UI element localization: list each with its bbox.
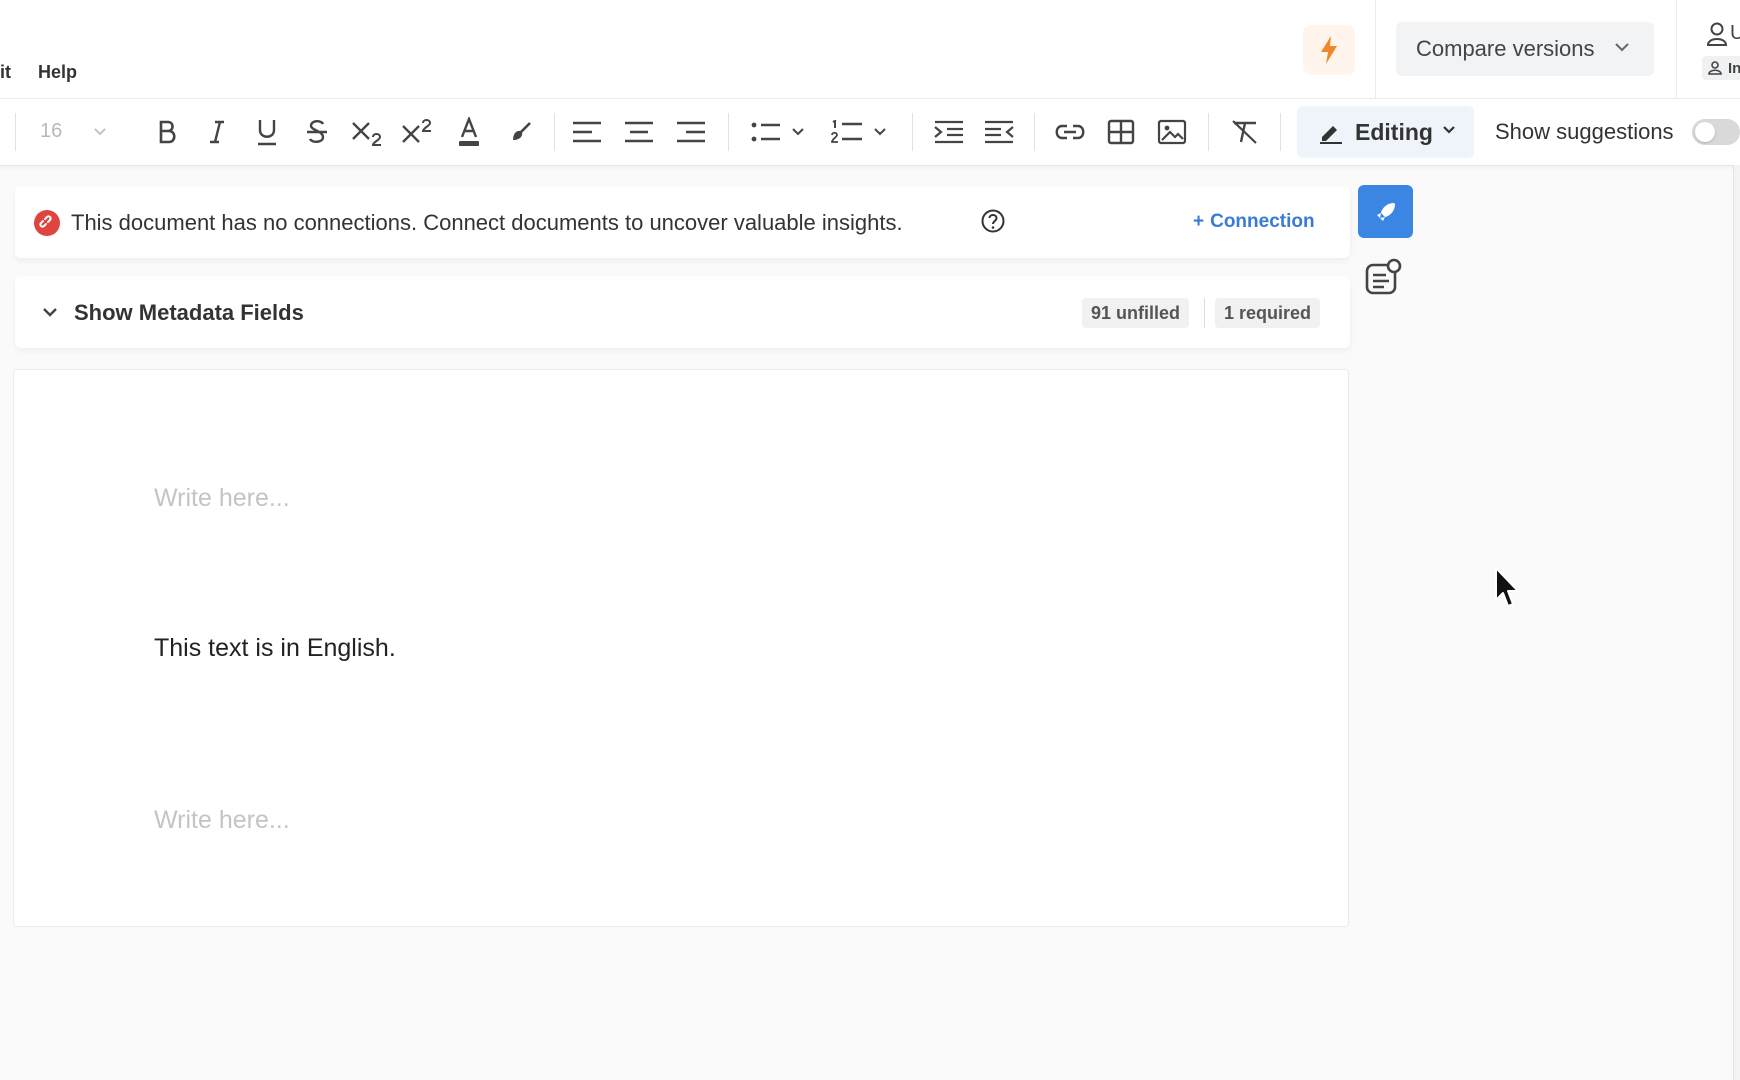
editor-placeholder[interactable]: Write here... bbox=[154, 806, 290, 835]
link-icon bbox=[1055, 124, 1085, 140]
divider bbox=[1034, 113, 1035, 151]
outdent-icon bbox=[985, 120, 1014, 144]
subscript-button[interactable] bbox=[350, 99, 384, 165]
superscript-icon bbox=[402, 119, 432, 143]
outdent-button[interactable] bbox=[982, 99, 1016, 165]
table-icon bbox=[1107, 119, 1135, 145]
chevron-down-icon bbox=[1615, 43, 1629, 52]
text-color-icon bbox=[459, 117, 479, 146]
text-color-button[interactable] bbox=[454, 99, 484, 165]
divider bbox=[728, 113, 729, 151]
menu-item-help[interactable]: Help bbox=[38, 62, 77, 83]
formatting-toolbar: 16 Editing Show suggestions bbox=[0, 99, 1740, 166]
indent-button[interactable] bbox=[932, 99, 966, 165]
bullet-list-dropdown[interactable] bbox=[748, 99, 808, 165]
align-right-icon bbox=[677, 121, 705, 143]
divider bbox=[1204, 298, 1205, 328]
strikethrough-icon bbox=[307, 120, 327, 143]
subscript-icon bbox=[352, 122, 382, 146]
show-suggestions-toggle[interactable] bbox=[1692, 119, 1740, 145]
divider bbox=[554, 113, 555, 151]
divider bbox=[912, 113, 913, 151]
connections-banner: This document has no connections. Connec… bbox=[15, 186, 1350, 258]
image-button[interactable] bbox=[1155, 99, 1189, 165]
underline-button[interactable] bbox=[252, 99, 282, 165]
broken-link-alert-icon bbox=[34, 210, 60, 236]
editor-placeholder[interactable]: Write here... bbox=[154, 484, 290, 513]
align-center-icon bbox=[625, 121, 653, 143]
divider bbox=[1280, 113, 1281, 151]
divider bbox=[15, 113, 16, 151]
bold-button[interactable] bbox=[152, 99, 182, 165]
user-chip[interactable]: In bbox=[1702, 56, 1740, 80]
link-button[interactable] bbox=[1052, 99, 1088, 165]
help-icon[interactable] bbox=[981, 209, 1005, 233]
document-editor[interactable]: Write here... This text is in English. W… bbox=[13, 369, 1349, 927]
side-panel-edge bbox=[1733, 165, 1740, 1080]
chevron-down-icon bbox=[94, 128, 106, 136]
highlight-button[interactable] bbox=[506, 99, 536, 165]
align-center-button[interactable] bbox=[622, 99, 656, 165]
top-menu-bar: it Help Compare versions U In bbox=[0, 0, 1740, 99]
underline-icon bbox=[258, 120, 276, 146]
menu-item-edit[interactable]: it bbox=[0, 62, 11, 83]
add-connection-label: Connection bbox=[1210, 211, 1315, 232]
chevron-down-icon bbox=[874, 128, 886, 136]
document-note-icon[interactable] bbox=[1364, 258, 1404, 296]
chevron-down-icon bbox=[792, 128, 804, 136]
unfilled-badge: 91 unfilled bbox=[1082, 298, 1190, 328]
align-left-icon bbox=[573, 121, 601, 143]
divider bbox=[1676, 0, 1677, 98]
italic-button[interactable] bbox=[202, 99, 232, 165]
pencil-icon bbox=[1320, 126, 1342, 144]
numbered-list-dropdown[interactable] bbox=[828, 99, 890, 165]
add-connection-button[interactable]: + Connection bbox=[1193, 211, 1315, 233]
compare-versions-dropdown[interactable]: Compare versions bbox=[1396, 22, 1654, 76]
connections-message: This document has no connections. Connec… bbox=[71, 210, 903, 235]
clear-format-icon bbox=[1232, 120, 1257, 144]
indent-icon bbox=[934, 120, 963, 144]
required-badge: 1 required bbox=[1215, 298, 1321, 328]
user-icon[interactable] bbox=[1706, 22, 1728, 46]
show-metadata-fields-toggle[interactable]: Show Metadata Fields bbox=[74, 300, 304, 326]
align-left-button[interactable] bbox=[570, 99, 604, 165]
highlight-icon bbox=[513, 122, 531, 140]
rocket-icon bbox=[1376, 202, 1395, 221]
editing-mode-dropdown[interactable]: Editing bbox=[1297, 106, 1474, 158]
font-size-dropdown[interactable] bbox=[90, 99, 110, 165]
strikethrough-button[interactable] bbox=[302, 99, 332, 165]
mouse-pointer-icon bbox=[1495, 567, 1519, 607]
person-icon bbox=[1708, 61, 1722, 75]
table-button[interactable] bbox=[1104, 99, 1138, 165]
clear-format-button[interactable] bbox=[1228, 99, 1262, 165]
image-icon bbox=[1157, 119, 1187, 145]
chevron-down-icon bbox=[1443, 126, 1455, 134]
metadata-panel[interactable]: Show Metadata Fields 91 unfilled 1 requi… bbox=[15, 276, 1350, 348]
divider bbox=[1208, 113, 1209, 151]
launch-button[interactable] bbox=[1358, 185, 1413, 238]
bullet-list-icon bbox=[751, 122, 780, 142]
compare-versions-label: Compare versions bbox=[1416, 36, 1595, 61]
divider bbox=[1375, 0, 1376, 98]
numbered-list-icon bbox=[831, 120, 862, 143]
quick-actions-button[interactable] bbox=[1303, 25, 1355, 75]
user-chip-label: In bbox=[1728, 59, 1740, 77]
plus-icon: + bbox=[1193, 211, 1205, 232]
align-right-button[interactable] bbox=[674, 99, 708, 165]
lightning-icon bbox=[1321, 36, 1337, 64]
editing-mode-label: Editing bbox=[1355, 118, 1433, 145]
font-size-value[interactable]: 16 bbox=[40, 120, 62, 143]
bold-icon bbox=[159, 120, 176, 144]
superscript-button[interactable] bbox=[400, 99, 434, 165]
show-suggestions-label: Show suggestions bbox=[1495, 119, 1674, 144]
editor-paragraph[interactable]: This text is in English. bbox=[154, 634, 396, 663]
user-name: U bbox=[1730, 22, 1740, 44]
italic-icon bbox=[210, 120, 224, 144]
chevron-down-icon bbox=[43, 308, 57, 317]
